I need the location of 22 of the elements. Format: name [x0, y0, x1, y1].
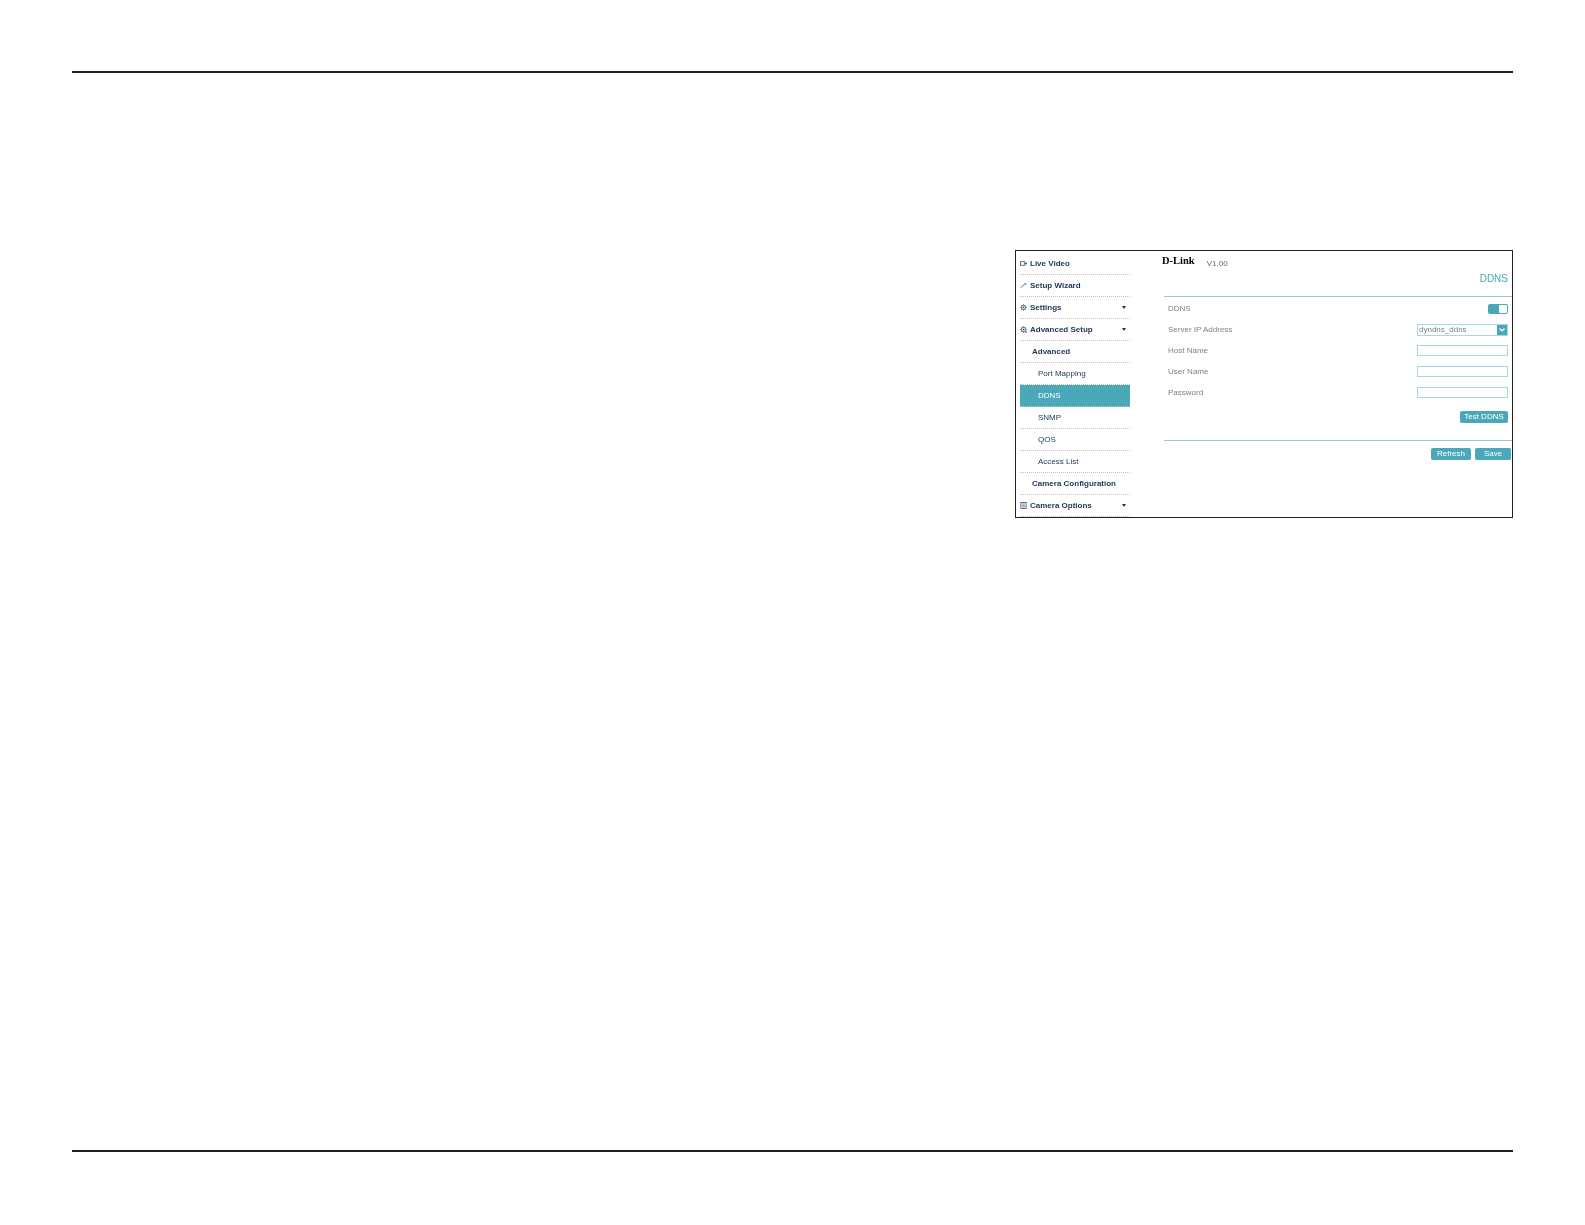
text-field[interactable]	[1417, 387, 1508, 398]
wand-icon	[1020, 282, 1027, 289]
toggle-switch[interactable]	[1488, 303, 1508, 314]
document-icon	[1020, 502, 1027, 509]
gear-icon	[1020, 304, 1027, 311]
field-label: DDNS	[1168, 304, 1191, 313]
version-text: V1.00	[1206, 259, 1228, 268]
caret-down-icon	[1122, 328, 1126, 331]
text-field[interactable]	[1417, 345, 1508, 356]
caret-down-icon	[1122, 504, 1126, 507]
page-title: DDNS	[1479, 274, 1508, 284]
text-field[interactable]	[1417, 366, 1508, 377]
field-label: User Name	[1168, 367, 1209, 376]
gear-icon	[1020, 326, 1027, 333]
field-label: Host Name	[1168, 346, 1208, 355]
chevron-down-icon	[1497, 324, 1507, 335]
logo-text: D-Link	[1162, 255, 1195, 266]
field-label: Server IP Address	[1168, 325, 1233, 334]
field-label: Password	[1168, 388, 1204, 397]
dropdown[interactable]: dyndns_ddns	[1417, 323, 1508, 336]
caret-down-icon	[1122, 306, 1126, 309]
video-icon	[1020, 260, 1027, 267]
